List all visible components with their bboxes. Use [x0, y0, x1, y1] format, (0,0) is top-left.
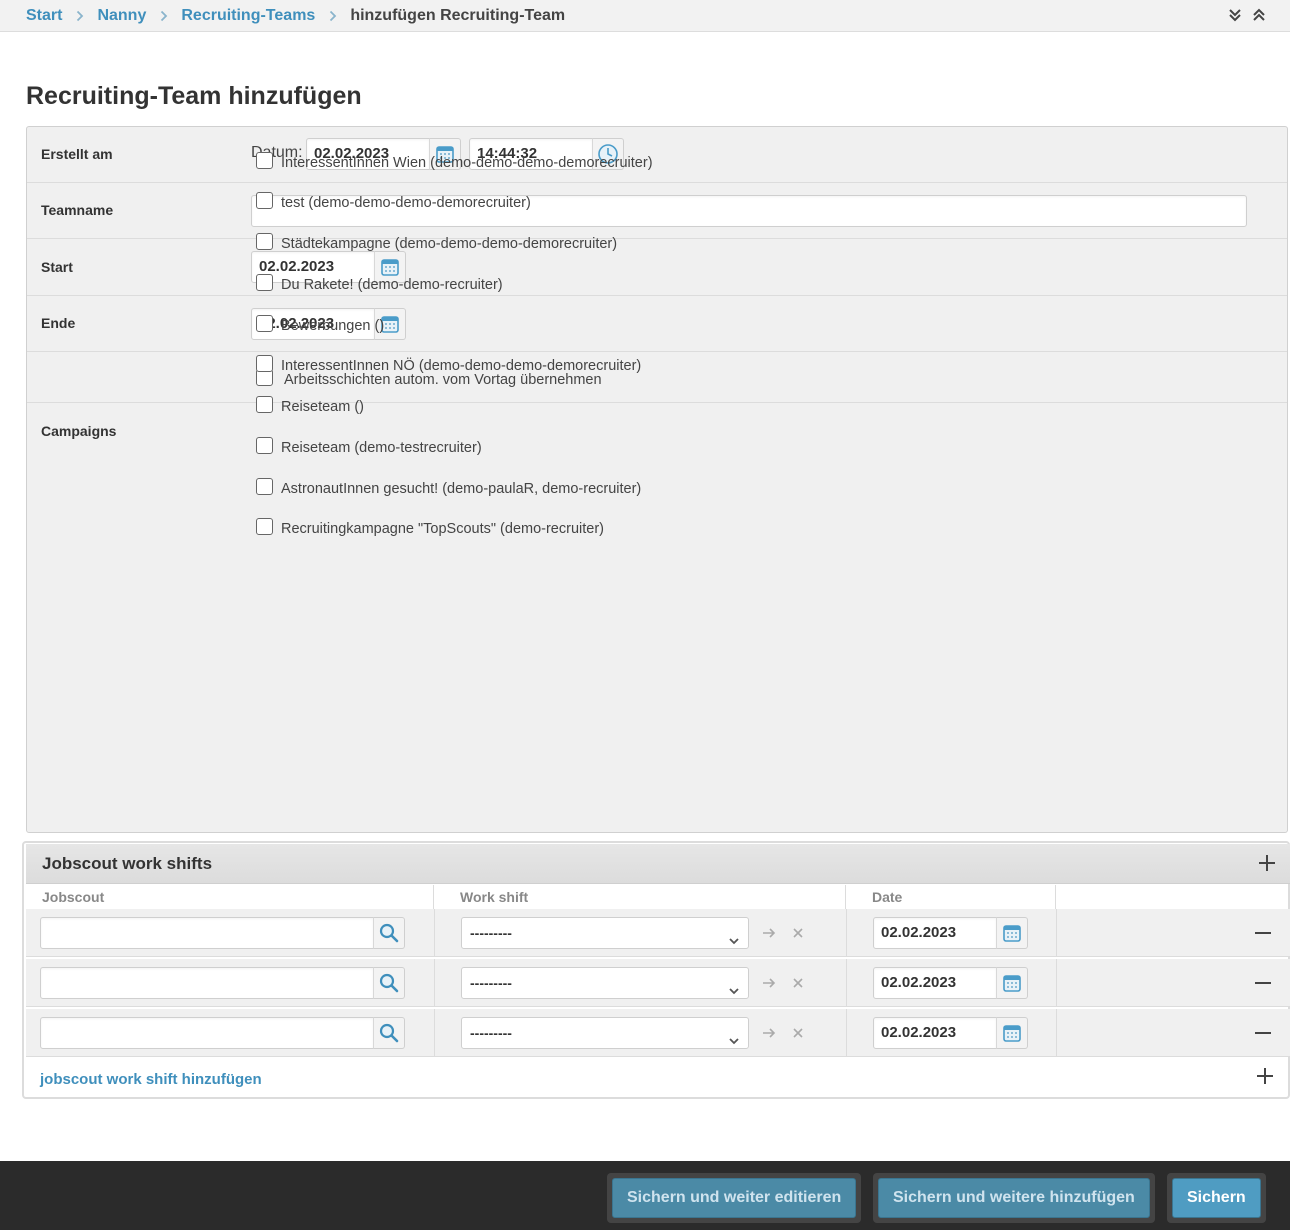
save-add-another-button[interactable]: Sichern und weitere hinzufügen	[878, 1178, 1150, 1218]
auto-shift-label: Arbeitsschichten autom. vom Vortag übern…	[284, 372, 602, 388]
work-shift-row: --------- 02.02.2023	[26, 959, 1290, 1007]
campaign-label: Du Rakete! (demo-demo-recruiter)	[281, 277, 503, 293]
row-ende: Ende 02.02.2023	[27, 296, 1287, 352]
main-fieldset: Erstellt am Datum: 02.02.2023 14:44:32 T…	[26, 126, 1288, 833]
label-ende: Ende	[41, 315, 76, 331]
campaign-label: Recruitingkampagne "TopScouts" (demo-rec…	[281, 521, 604, 537]
row-created: Erstellt am Datum: 02.02.2023 14:44:32	[27, 127, 1287, 183]
campaign-label: test (demo-demo-demo-demorecruiter)	[281, 195, 531, 211]
breadcrumb-nanny[interactable]: Nanny	[97, 7, 146, 25]
column-header-work-shift: Work shift	[434, 885, 846, 909]
work-shift-select[interactable]: ---------	[461, 967, 749, 999]
save-wrap: Sichern	[1167, 1173, 1266, 1223]
lookup-search-icon[interactable]	[373, 967, 405, 999]
campaign-checkbox[interactable]	[256, 192, 273, 209]
lookup-search-icon[interactable]	[373, 917, 405, 949]
breadcrumb-recruiting-teams[interactable]: Recruiting-Teams	[181, 7, 315, 25]
chevron-right-icon	[76, 10, 84, 22]
campaign-checkbox[interactable]	[256, 518, 273, 535]
work-shift-select-value: ---------	[470, 975, 512, 991]
work-shift-row: --------- 02.02.2023	[26, 1009, 1290, 1057]
chevron-down-icon	[728, 977, 740, 1007]
label-campaigns: Campaigns	[41, 423, 117, 439]
add-work-shift-link[interactable]: jobscout work shift hinzufügen	[40, 1071, 262, 1088]
chevron-right-icon	[160, 10, 168, 22]
chevron-down-icon	[728, 927, 740, 957]
close-icon[interactable]	[789, 974, 807, 992]
campaign-checkbox[interactable]	[256, 396, 273, 413]
campaign-checkbox[interactable]	[256, 274, 273, 291]
save-add-wrap: Sichern und weitere hinzufügen	[873, 1173, 1155, 1223]
label-teamname: Teamname	[41, 202, 114, 218]
chevron-right-icon	[329, 10, 337, 22]
campaign-checkbox[interactable]	[256, 355, 273, 372]
row-teamname: Teamname	[27, 183, 1287, 239]
row-auto-shift: Arbeitsschichten autom. vom Vortag übern…	[27, 352, 1287, 403]
label-start: Start	[41, 259, 73, 275]
campaign-checkbox[interactable]	[256, 437, 273, 454]
page-title: Recruiting-Team hinzufügen	[26, 82, 362, 110]
shift-date-input[interactable]: 02.02.2023	[873, 917, 997, 949]
work-shift-select-value: ---------	[470, 1025, 512, 1041]
row-campaigns: Campaigns InteressentInnen Wien (demo-de…	[27, 152, 1287, 833]
campaign-label: InteressentInnen NÖ (demo-demo-demo-demo…	[281, 358, 642, 374]
campaign-checkbox[interactable]	[256, 315, 273, 332]
campaign-label: AstronautInnen gesucht! (demo-paulaR, de…	[281, 481, 642, 497]
shift-date-input[interactable]: 02.02.2023	[873, 967, 997, 999]
work-shift-row: --------- 02.02.2023	[26, 909, 1290, 957]
jobscout-input[interactable]	[40, 917, 374, 949]
inline-header: Jobscout work shifts	[26, 844, 1290, 884]
add-work-shift-plus-icon[interactable]	[1256, 1067, 1274, 1088]
close-icon[interactable]	[789, 924, 807, 942]
campaign-label: Reiseteam (demo-testrecruiter)	[281, 440, 482, 456]
calendar-icon[interactable]	[996, 1017, 1028, 1049]
submit-row: Sichern und weiter editieren Sichern und…	[0, 1161, 1290, 1230]
work-shift-select[interactable]: ---------	[461, 917, 749, 949]
column-header-date: Date	[846, 885, 1056, 909]
jobscout-input[interactable]	[40, 1017, 374, 1049]
collapse-all-icon[interactable]	[1250, 6, 1268, 24]
campaign-checkbox[interactable]	[256, 152, 273, 169]
campaign-label: Städtekampagne (demo-demo-demo-demorecru…	[281, 236, 618, 252]
campaign-label: InteressentInnen Wien (demo-demo-demo-de…	[281, 155, 653, 171]
expand-all-icon[interactable]	[1226, 6, 1244, 24]
save-continue-wrap: Sichern und weiter editieren	[607, 1173, 862, 1223]
arrow-right-icon[interactable]	[760, 1024, 778, 1042]
calendar-icon[interactable]	[996, 967, 1028, 999]
column-header-jobscout: Jobscout	[26, 885, 434, 909]
campaign-checkbox[interactable]	[256, 233, 273, 250]
save-button[interactable]: Sichern	[1172, 1178, 1261, 1218]
save-continue-button[interactable]: Sichern und weiter editieren	[612, 1178, 857, 1218]
chevron-down-icon	[728, 1027, 740, 1057]
campaign-label: Bewerbungen ()	[281, 318, 385, 334]
close-icon[interactable]	[789, 1024, 807, 1042]
row-start: Start 02.02.2023	[27, 239, 1287, 296]
work-shift-select-value: ---------	[470, 925, 512, 941]
jobscout-input[interactable]	[40, 967, 374, 999]
breadcrumb-start[interactable]: Start	[26, 7, 62, 25]
arrow-right-icon[interactable]	[760, 924, 778, 942]
remove-row-minus-icon[interactable]	[1254, 924, 1272, 942]
campaign-label: Reiseteam ()	[281, 399, 364, 415]
remove-row-minus-icon[interactable]	[1254, 974, 1272, 992]
arrow-right-icon[interactable]	[760, 974, 778, 992]
shift-date-input[interactable]: 02.02.2023	[873, 1017, 997, 1049]
jobscout-work-shifts-inline: Jobscout work shifts Jobscout Work shift…	[22, 841, 1290, 1099]
breadcrumb: Start Nanny Recruiting-Teams hinzufügen …	[0, 0, 1290, 32]
inline-title: Jobscout work shifts	[42, 853, 213, 873]
lookup-search-icon[interactable]	[373, 1017, 405, 1049]
campaign-checkbox[interactable]	[256, 478, 273, 495]
add-row-plus-icon[interactable]	[1258, 854, 1276, 877]
breadcrumb-current: hinzufügen Recruiting-Team	[350, 6, 566, 24]
calendar-icon[interactable]	[996, 917, 1028, 949]
work-shift-select[interactable]: ---------	[461, 1017, 749, 1049]
remove-row-minus-icon[interactable]	[1254, 1024, 1272, 1042]
label-created: Erstellt am	[41, 146, 113, 162]
